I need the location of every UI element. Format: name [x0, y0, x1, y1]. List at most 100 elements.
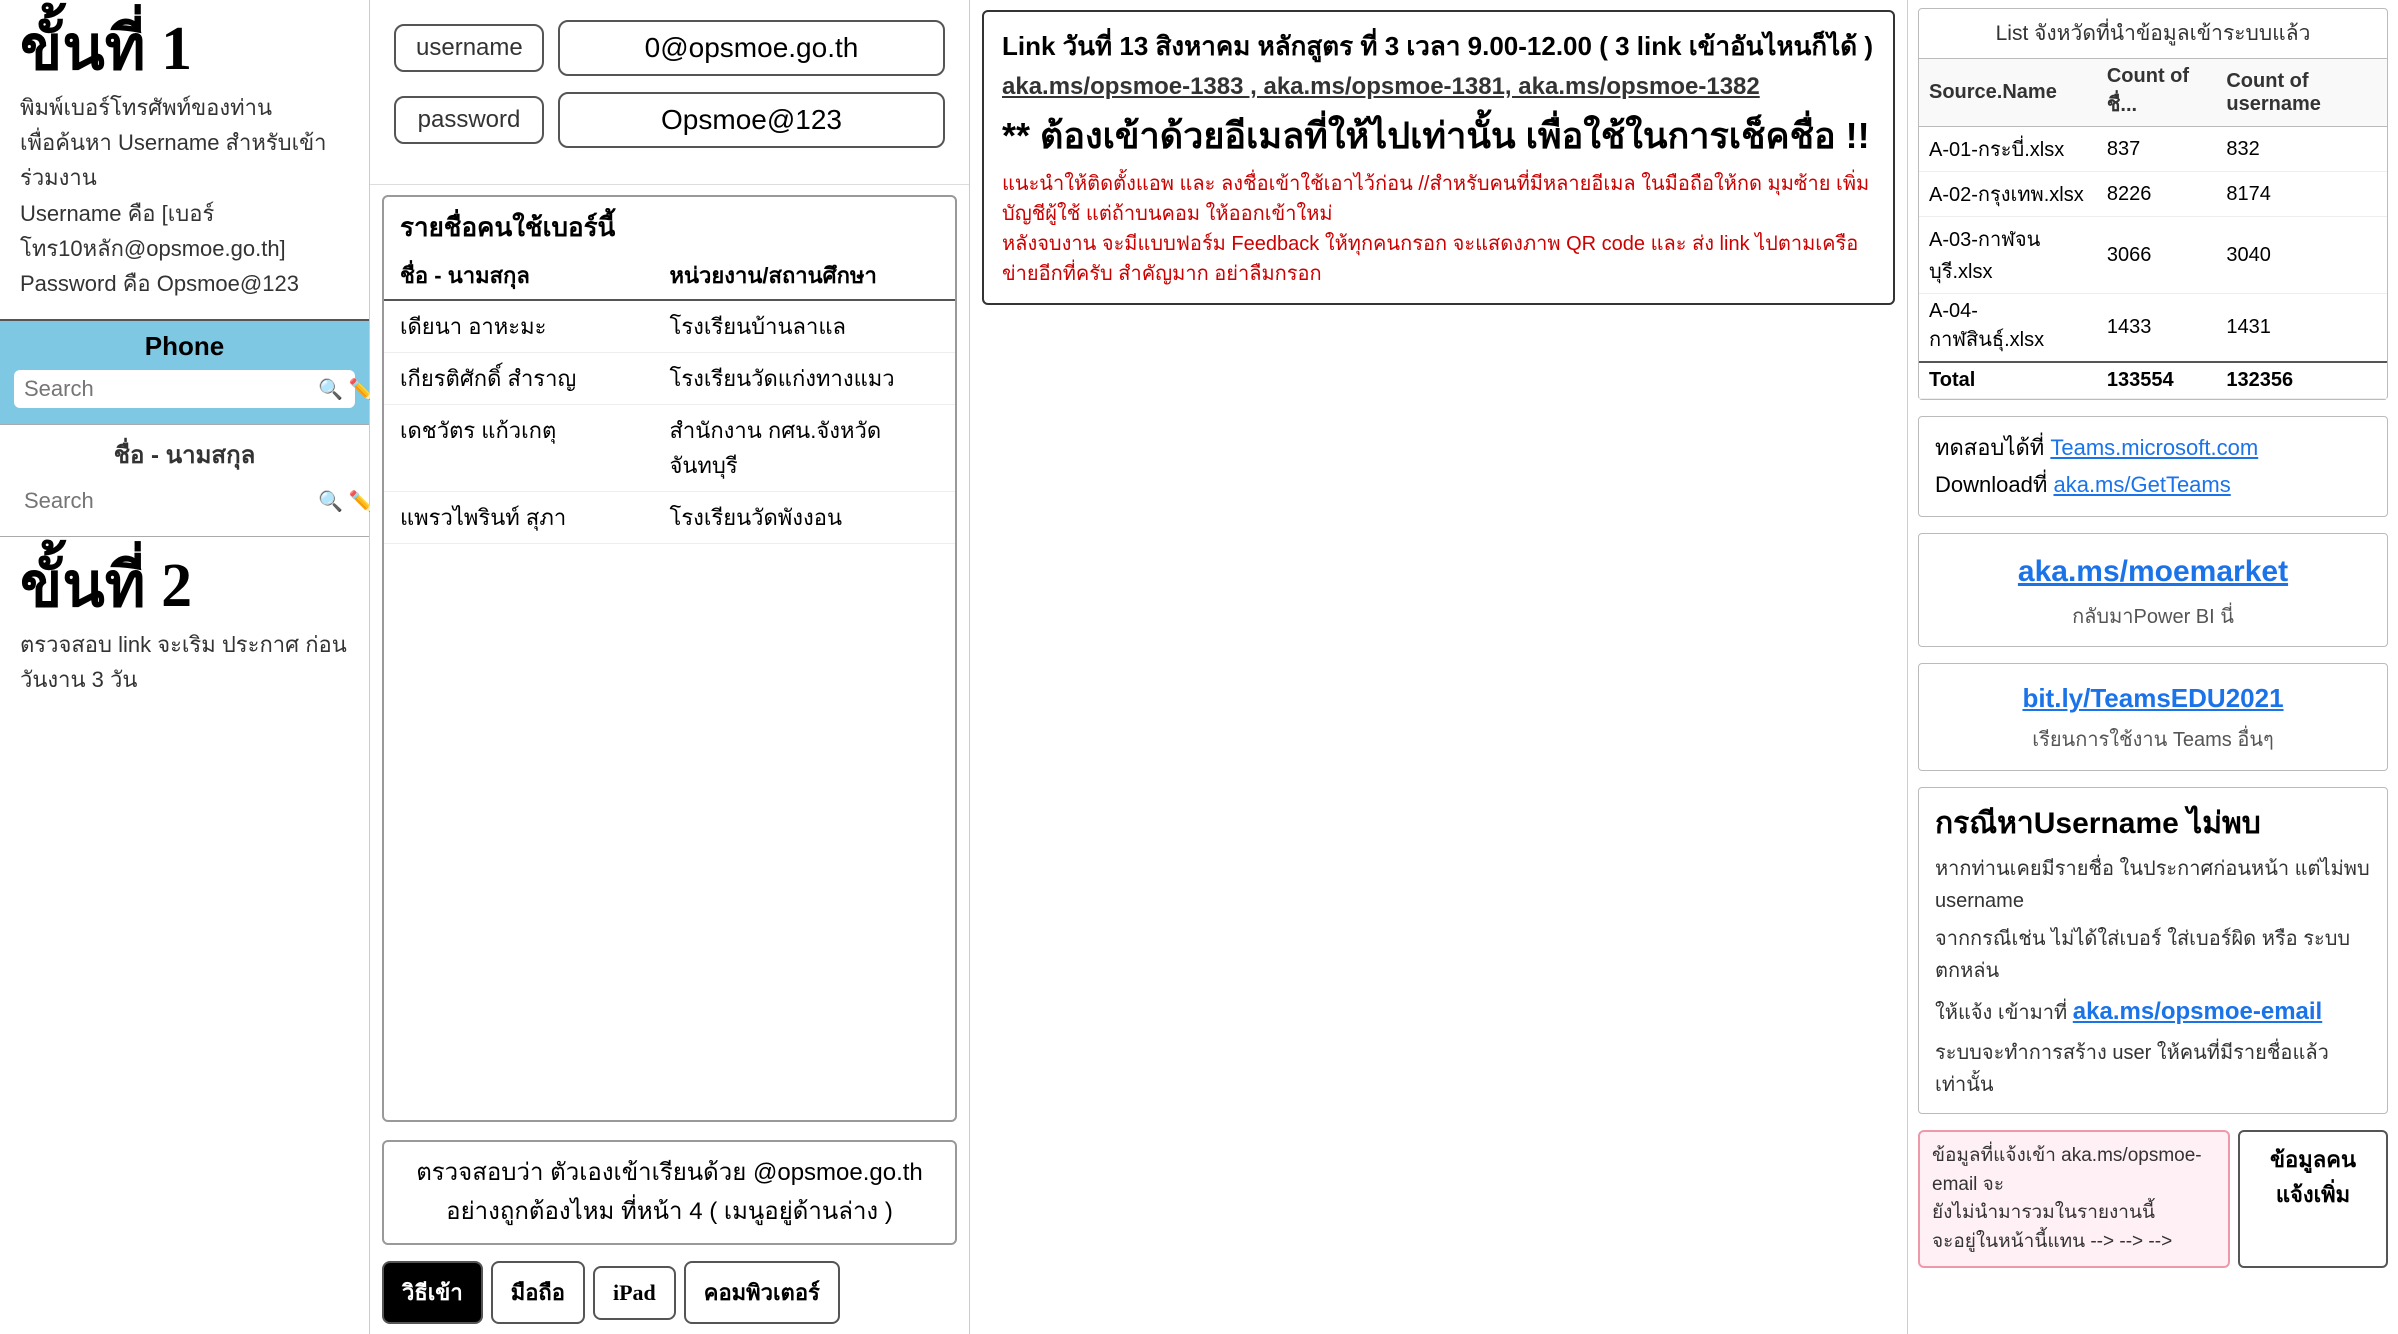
left-panel: ขั้นที่ 1 พิมพ์เบอร์โทรศัพท์ของท่าน เพื่…	[0, 0, 370, 1334]
province-table-title: List จังหวัดที่นำข้อมูลเข้าระบบแล้ว	[1919, 9, 2387, 59]
not-found-desc3: ให้แจ้ง เข้ามาที่ aka.ms/opsmoe-email	[1935, 993, 2371, 1031]
name-search-input[interactable]	[24, 488, 312, 514]
method-label-btn[interactable]: วิธีเข้า	[382, 1261, 483, 1324]
ann-warning: ** ต้องเข้าด้วยอีเมลที่ให้ไปเท่านั้น เพื…	[1002, 111, 1875, 161]
user-list-row[interactable]: เดชวัตร แก้วเกตุสำนักงาน กศน.จังหวัดจันท…	[384, 405, 955, 492]
password-row: password Opsmoe@123	[394, 92, 945, 148]
powerbi-link[interactable]: aka.ms/moemarket	[2018, 555, 2288, 588]
user-name: เดียนา อาหะมะ	[400, 309, 670, 344]
col2-header: หน่วยงาน/สถานศึกษา	[670, 258, 940, 293]
method-computer-btn[interactable]: คอมพิวเตอร์	[684, 1261, 840, 1324]
add-data-button[interactable]: ข้อมูลคนแจ้งเพิ่ม	[2238, 1130, 2388, 1268]
user-list-section: รายชื่อคนใช้เบอร์นี้ ชื่อ - นามสกุล หน่ว…	[382, 195, 957, 1122]
data-note-text: ข้อมูลที่แจ้งเข้า aka.ms/opsmoe-email จะ…	[1932, 1145, 2202, 1252]
search-icon: 🔍	[318, 377, 343, 402]
teams-edu-box: bit.ly/TeamsEDU2021 เรียนการใช้งาน Teams…	[1918, 663, 2388, 771]
user-list-title: รายชื่อคนใช้เบอร์นี้	[384, 197, 955, 252]
count-user-cell: 8174	[2216, 172, 2387, 217]
source-cell: A-02-กรุงเทพ.xlsx	[1919, 172, 2097, 217]
main-panel: Link วันที่ 13 สิงหาคม หลักสูตร ที่ 3 เว…	[970, 0, 1908, 1334]
name-search-row: 🔍 ✏️	[14, 482, 355, 520]
count-id-cell: 8226	[2097, 172, 2217, 217]
not-found-desc1: หากท่านเคยมีรายชื่อ ในประกาศก่อนหน้า แต่…	[1935, 853, 2371, 917]
phone-search-row: 🔍 ✏️	[14, 370, 355, 408]
username-row: username 0@opsmoe.go.th	[394, 20, 945, 76]
table-row: A-01-กระบี่.xlsx837832	[1919, 127, 2387, 172]
download-label: Downloadที่	[1935, 472, 2047, 497]
source-cell: A-04-กาฬสินธุ์.xlsx	[1919, 294, 2097, 363]
col-count-user-header: Count of username	[2216, 59, 2387, 127]
user-list-row[interactable]: แพรวไพรินท์ สุภาโรงเรียนวัดพังงอน	[384, 492, 955, 544]
table-row: A-04-กาฬสินธุ์.xlsx14331431	[1919, 294, 2387, 363]
source-cell: A-03-กาฬจนบุรี.xlsx	[1919, 217, 2097, 294]
count-user-cell: 1431	[2216, 294, 2387, 363]
method-ipad-btn[interactable]: iPad	[593, 1266, 676, 1320]
province-table: Source.Name Count of ชื่... Count of use…	[1919, 59, 2387, 399]
check-section: ตรวจสอบว่า ตัวเองเข้าเรียนด้วย @opsmoe.g…	[382, 1140, 957, 1245]
table-row: A-03-กาฬจนบุรี.xlsx30663040	[1919, 217, 2387, 294]
mid-panel: username 0@opsmoe.go.th password Opsmoe@…	[370, 0, 970, 1334]
username-value: 0@opsmoe.go.th	[558, 20, 945, 76]
count-user-cell: 832	[2216, 127, 2387, 172]
user-name: เดชวัตร แก้วเกตุ	[400, 413, 670, 483]
total-count-id: 133554	[2097, 362, 2217, 399]
right-panel: List จังหวัดที่นำข้อมูลเข้าระบบแล้ว Sour…	[1908, 0, 2398, 1334]
login-section: username 0@opsmoe.go.th password Opsmoe@…	[370, 0, 969, 185]
name-section: ชื่อ - นามสกุล 🔍 ✏️	[0, 425, 369, 537]
not-found-box: กรณีหาUsername ไม่พบ หากท่านเคยมีรายชื่อ…	[1918, 787, 2388, 1114]
count-id-cell: 837	[2097, 127, 2217, 172]
user-name: เกียรติศักดิ์ สำราญ	[400, 361, 670, 396]
teams-link[interactable]: Teams.microsoft.com	[2050, 435, 2258, 460]
user-list-row[interactable]: เดียนา อาหะมะโรงเรียนบ้านลาแล	[384, 301, 955, 353]
step2-box: ขั้นที่ 2 ตรวจสอบ link จะเริม ประกาศ ก่อ…	[0, 537, 369, 1334]
teams-edu-sub: เรียนการใช้งาน Teams อื่นๆ	[2032, 729, 2274, 751]
announcement-box: Link วันที่ 13 สิงหาคม หลักสูตร ที่ 3 เว…	[982, 10, 1895, 305]
teams-edu-link[interactable]: bit.ly/TeamsEDU2021	[2022, 683, 2283, 713]
name-search-icon: 🔍	[318, 489, 343, 514]
total-count-username: 132356	[2216, 362, 2387, 399]
phone-section: Phone 🔍 ✏️	[0, 321, 369, 425]
ann-date: Link วันที่ 13 สิงหาคม หลักสูตร ที่ 3 เว…	[1002, 26, 1875, 67]
bottom-right: ข้อมูลที่แจ้งเข้า aka.ms/opsmoe-email จะ…	[1918, 1130, 2388, 1268]
source-cell: A-01-กระบี่.xlsx	[1919, 127, 2097, 172]
user-org: สำนักงาน กศน.จังหวัดจันทบุรี	[670, 413, 940, 483]
test-links-box: ทดสอบได้ที่ Teams.microsoft.com Download…	[1918, 416, 2388, 517]
user-org: โรงเรียนวัดแก่งทางแมว	[670, 361, 940, 396]
password-label: password	[394, 96, 544, 144]
check-text2: อย่างถูกต้องไหม ที่หน้า 4 ( เมนูอยู่ด้าน…	[400, 1193, 939, 1231]
test-label: ทดสอบได้ที่	[1935, 435, 2044, 460]
user-list-row[interactable]: เกียรติศักดิ์ สำราญโรงเรียนวัดแก่งทางแมว	[384, 353, 955, 405]
check-text1: ตรวจสอบว่า ตัวเองเข้าเรียนด้วย @opsmoe.g…	[400, 1154, 939, 1192]
step2-desc: ตรวจสอบ link จะเริม ประกาศ ก่อนวันงาน 3 …	[20, 627, 349, 697]
ann-links: aka.ms/opsmoe-1383 , aka.ms/opsmoe-1381,…	[1002, 73, 1875, 101]
user-org: โรงเรียนวัดพังงอน	[670, 500, 940, 535]
not-found-desc4: ระบบจะทำการสร้าง user ให้คนที่มีรายชื่อแ…	[1935, 1037, 2371, 1101]
powerbi-box: aka.ms/moemarket กลับมาPower BI นี่	[1918, 533, 2388, 647]
phone-search-input[interactable]	[24, 376, 312, 402]
user-org: โรงเรียนบ้านลาแล	[670, 309, 940, 344]
province-table-section: List จังหวัดที่นำข้อมูลเข้าระบบแล้ว Sour…	[1918, 8, 2388, 400]
ann-footer: แนะนำให้ติดตั้งแอพ และ ลงชื่อเข้าใช้เอาไ…	[1002, 169, 1875, 289]
step1-title: ขั้นที่ 1	[20, 18, 349, 80]
col-source-header: Source.Name	[1919, 59, 2097, 127]
step1-box: ขั้นที่ 1 พิมพ์เบอร์โทรศัพท์ของท่าน เพื่…	[0, 0, 369, 321]
user-list-header: ชื่อ - นามสกุล หน่วยงาน/สถานศึกษา	[384, 252, 955, 301]
col1-header: ชื่อ - นามสกุล	[400, 258, 670, 293]
count-user-cell: 3040	[2216, 217, 2387, 294]
count-id-cell: 1433	[2097, 294, 2217, 363]
name-title: ชื่อ - นามสกุล	[14, 435, 355, 474]
table-row: A-02-กรุงเทพ.xlsx82268174	[1919, 172, 2387, 217]
data-note-box: ข้อมูลที่แจ้งเข้า aka.ms/opsmoe-email จะ…	[1918, 1130, 2230, 1268]
total-label: Total	[1919, 362, 2097, 399]
user-list-scroll[interactable]: เดียนา อาหะมะโรงเรียนบ้านลาแลเกียรติศักด…	[384, 301, 955, 1120]
step2-title: ขั้นที่ 2	[20, 555, 349, 617]
powerbi-sub: กลับมาPower BI นี่	[2072, 606, 2234, 628]
username-label: username	[394, 24, 544, 72]
count-id-cell: 3066	[2097, 217, 2217, 294]
download-link[interactable]: aka.ms/GetTeams	[2053, 472, 2230, 497]
step1-desc: พิมพ์เบอร์โทรศัพท์ของท่าน เพื่อค้นหา Use…	[20, 90, 349, 301]
method-mobile-btn[interactable]: มือถือ	[491, 1261, 585, 1324]
not-found-title: กรณีหาUsername ไม่พบ	[1935, 800, 2371, 847]
not-found-link[interactable]: aka.ms/opsmoe-email	[2073, 998, 2322, 1025]
not-found-desc2: จากกรณีเช่น ไม่ได้ใส่เบอร์ ใส่เบอร์ผิด ห…	[1935, 923, 2371, 987]
